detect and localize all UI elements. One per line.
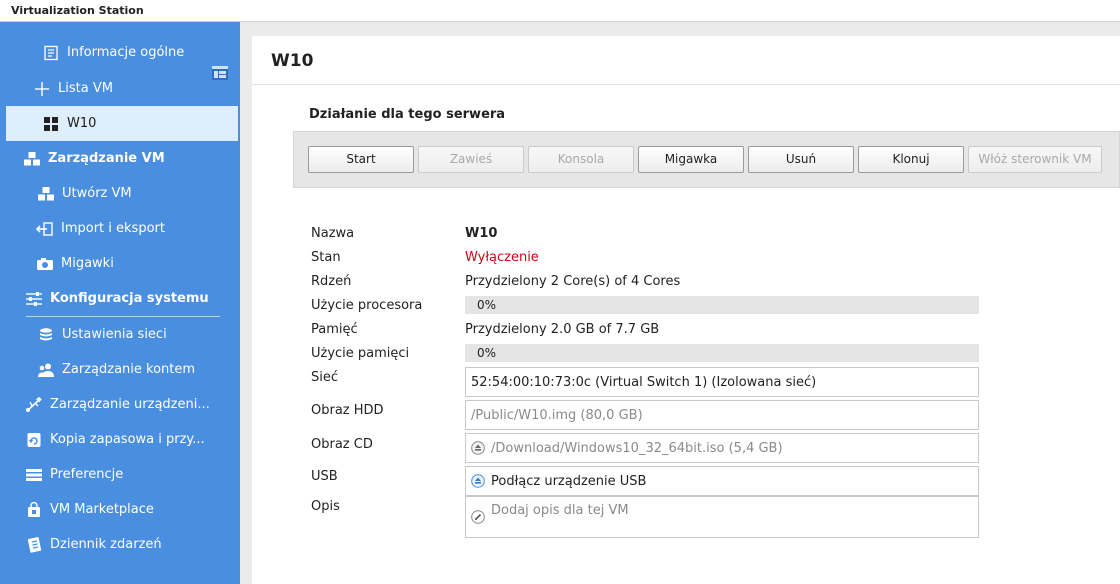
sidebar-item-label: Zarządzanie VM bbox=[48, 151, 165, 166]
sidebar-item-label: Zarządzanie kontem bbox=[62, 362, 196, 377]
main-panel: W10 Działanie dla tego serwera Start Zaw… bbox=[252, 36, 1120, 584]
connect-usb-link[interactable]: Podłącz urządzenie USB bbox=[491, 474, 646, 489]
cpu-usage-label: Użycie procesora bbox=[311, 298, 423, 313]
memory-label: Pamięć bbox=[311, 322, 358, 337]
cd-image-value: /Download/Windows10_32_64bit.iso (5,4 GB… bbox=[491, 440, 783, 456]
sidebar-item-overview[interactable]: Informacje ogólne bbox=[0, 35, 240, 70]
sidebar-item-device-management[interactable]: Zarządzanie urządzeni... bbox=[0, 387, 240, 422]
cpu-usage-value: 0% bbox=[477, 298, 497, 312]
memory-usage-bar: 0% bbox=[465, 344, 979, 362]
log-book-icon bbox=[25, 536, 43, 554]
cubes-icon bbox=[37, 185, 55, 203]
network-field[interactable]: 52:54:00:10:73:0c (Virtual Switch 1) (Iz… bbox=[465, 367, 979, 397]
sidebar-item-label: VM Marketplace bbox=[50, 502, 154, 517]
sidebar-item-label: Migawki bbox=[61, 256, 114, 271]
memory-value: Przydzielony 2.0 GB of 7.7 GB bbox=[465, 322, 660, 337]
sidebar-item-vm-list[interactable]: Lista VM bbox=[0, 71, 240, 106]
main-header: W10 bbox=[252, 36, 1120, 85]
memory-usage-value: 0% bbox=[477, 346, 497, 360]
sidebar-item-label: Dziennik zdarzeń bbox=[50, 537, 162, 552]
camera-icon bbox=[36, 255, 54, 273]
list-icon bbox=[25, 466, 43, 484]
sidebar-item-label: Lista VM bbox=[58, 81, 113, 96]
insert-vm-driver-button[interactable]: Włóż sterownik VM bbox=[968, 146, 1102, 173]
sidebar-item-vm-management[interactable]: Zarządzanie VM bbox=[0, 141, 240, 176]
core-label: Rdzeń bbox=[311, 274, 352, 289]
actions-section-title: Działanie dla tego serwera bbox=[309, 107, 506, 122]
usb-field[interactable]: Podłącz urządzenie USB bbox=[465, 466, 979, 496]
sidebar-item-label: Preferencje bbox=[50, 467, 124, 482]
snapshot-button[interactable]: Migawka bbox=[638, 146, 744, 173]
description-placeholder: Dodaj opis dla tej VM bbox=[491, 503, 629, 518]
sidebar-item-snapshots[interactable]: Migawki bbox=[0, 246, 240, 281]
sidebar-item-label: Kopia zapasowa i przy... bbox=[50, 432, 205, 447]
state-value: Wyłączenie bbox=[465, 250, 539, 265]
title-bar: Virtualization Station bbox=[0, 0, 1120, 22]
app-title: Virtualization Station bbox=[11, 4, 144, 17]
sidebar-item-preferences[interactable]: Preferencje bbox=[0, 457, 240, 492]
page-title: W10 bbox=[271, 51, 314, 71]
users-icon bbox=[37, 361, 55, 379]
sidebar-item-w10[interactable]: W10 bbox=[6, 106, 238, 141]
sidebar-item-create-vm[interactable]: Utwórz VM bbox=[0, 176, 240, 211]
console-button[interactable]: Konsola bbox=[528, 146, 634, 173]
sidebar-item-label: Informacje ogólne bbox=[67, 45, 185, 60]
sidebar-item-network-settings[interactable]: Ustawienia sieci bbox=[0, 317, 240, 352]
pencil-icon bbox=[471, 510, 485, 524]
sidebar-item-label: Utwórz VM bbox=[62, 186, 132, 201]
network-label: Sieć bbox=[311, 370, 339, 385]
state-label: Stan bbox=[311, 250, 341, 265]
eject-icon bbox=[471, 474, 485, 488]
description-label: Opis bbox=[311, 499, 340, 514]
sidebar-item-label: Konfiguracja systemu bbox=[50, 291, 209, 306]
hdd-image-field[interactable]: /Public/W10.img (80,0 GB) bbox=[465, 400, 979, 430]
memory-usage-label: Użycie pamięci bbox=[311, 346, 410, 361]
sidebar-item-backup[interactable]: Kopia zapasowa i przy... bbox=[0, 422, 240, 457]
sidebar-item-label: Import i eksport bbox=[61, 221, 165, 236]
cd-image-label: Obraz CD bbox=[311, 437, 373, 452]
delete-button[interactable]: Usuń bbox=[748, 146, 854, 173]
name-label: Nazwa bbox=[311, 226, 355, 241]
sidebar-item-label: Ustawienia sieci bbox=[62, 327, 167, 342]
cpu-usage-bar: 0% bbox=[465, 296, 979, 314]
sidebar-item-label: W10 bbox=[67, 116, 97, 131]
sidebar: Informacje ogólne Lista VM W10 Zarządzan… bbox=[0, 22, 240, 584]
sliders-icon bbox=[25, 290, 43, 308]
cubes-icon bbox=[23, 150, 41, 168]
plus-icon bbox=[33, 80, 51, 98]
hdd-image-value: /Public/W10.img (80,0 GB) bbox=[471, 407, 643, 423]
shopping-bag-icon bbox=[25, 501, 43, 519]
document-icon bbox=[42, 44, 60, 62]
backup-icon bbox=[25, 431, 43, 449]
network-value: 52:54:00:10:73:0c (Virtual Switch 1) (Iz… bbox=[471, 374, 817, 390]
sidebar-item-system-config[interactable]: Konfiguracja systemu bbox=[0, 281, 240, 316]
usb-label: USB bbox=[311, 469, 338, 484]
import-icon bbox=[36, 220, 54, 238]
description-field[interactable]: Dodaj opis dla tej VM bbox=[465, 496, 979, 538]
actions-toolbar: Start Zawieś Konsola Migawka Usuń Klonuj… bbox=[293, 131, 1120, 188]
sidebar-item-account-management[interactable]: Zarządzanie kontem bbox=[0, 352, 240, 387]
core-value: Przydzielony 2 Core(s) of 4 Cores bbox=[465, 274, 681, 289]
windows-icon bbox=[42, 115, 60, 133]
cd-image-field[interactable]: /Download/Windows10_32_64bit.iso (5,4 GB… bbox=[465, 433, 979, 463]
eject-icon[interactable] bbox=[471, 441, 485, 455]
sidebar-item-import-export[interactable]: Import i eksport bbox=[0, 211, 240, 246]
sidebar-item-vm-marketplace[interactable]: VM Marketplace bbox=[0, 492, 240, 527]
clone-button[interactable]: Klonuj bbox=[858, 146, 964, 173]
suspend-button[interactable]: Zawieś bbox=[418, 146, 524, 173]
database-icon bbox=[37, 326, 55, 344]
sidebar-item-label: Zarządzanie urządzeni... bbox=[50, 397, 210, 412]
start-button[interactable]: Start bbox=[308, 146, 414, 173]
name-value: W10 bbox=[465, 226, 498, 241]
usb-icon bbox=[25, 396, 43, 414]
hdd-image-label: Obraz HDD bbox=[311, 403, 384, 418]
sidebar-item-event-log[interactable]: Dziennik zdarzeń bbox=[0, 527, 240, 562]
